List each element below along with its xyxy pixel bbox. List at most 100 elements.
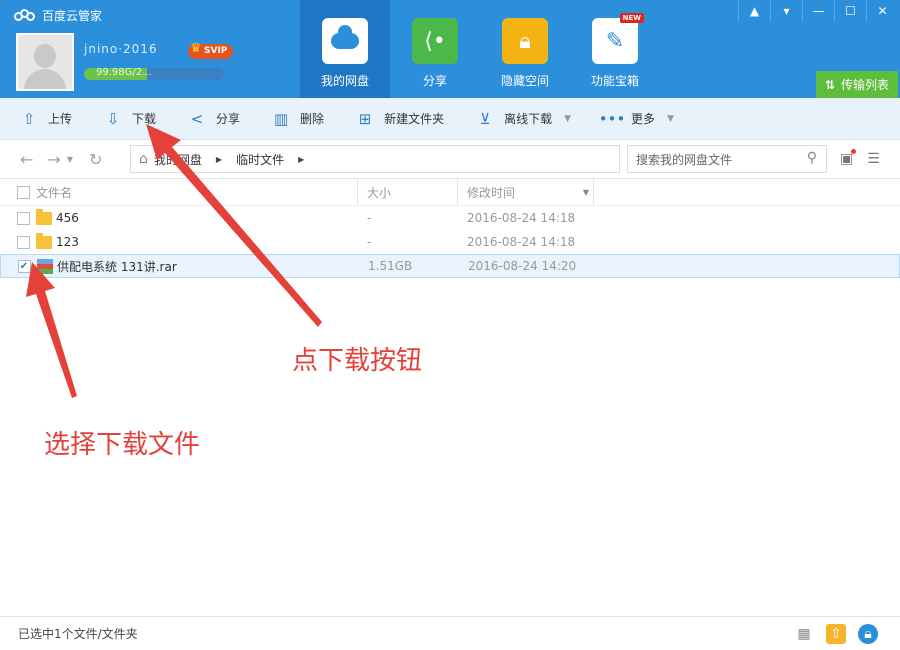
notification-bell-icon[interactable]: ▲ <box>738 0 770 22</box>
user-name[interactable]: jnino·2016 <box>84 42 158 56</box>
trash-icon: ▥ <box>273 109 289 128</box>
view-switcher: ▣ ☰ <box>840 149 894 167</box>
file-size: - <box>367 211 372 225</box>
list-view-icon[interactable]: ☰ <box>867 151 880 167</box>
tab-toolbox[interactable]: ✎ NEW 功能宝箱 <box>570 0 660 98</box>
baidu-cloud-logo-icon <box>14 8 36 23</box>
toolbar: ⇧ 上传 ⇩ 下载 < 分享 ▥ 删除 ⊞ 新建文件夹 ⊻ 离线下载 ▼ ••• 更多 ▼ <box>0 98 900 140</box>
more-button[interactable]: ••• 更多 ▼ <box>598 109 674 128</box>
delete-button[interactable]: ▥ 删除 <box>272 110 324 128</box>
search-placeholder: 搜索我的网盘文件 <box>636 152 733 167</box>
user-avatar[interactable] <box>16 33 74 91</box>
back-arrow-icon[interactable]: ← <box>20 150 33 169</box>
file-list: 文件名 大小 修改时间 ▼ 456 - 2016-08-24 14:18 123 … <box>0 178 900 616</box>
row-checkbox[interactable] <box>16 211 30 225</box>
share-icon: ⟨• <box>412 18 458 64</box>
file-time: 2016-08-24 14:18 <box>467 235 576 249</box>
search-box[interactable]: 搜索我的网盘文件 ⚲ <box>627 145 827 173</box>
thumbnail-view-icon[interactable]: ▣ <box>840 149 857 167</box>
folder-icon <box>36 208 52 225</box>
column-name[interactable]: 文件名 <box>36 179 358 205</box>
tab-share[interactable]: ⟨• 分享 <box>390 0 480 98</box>
upload-folder-icon[interactable]: ⇧ <box>826 624 846 644</box>
file-size: - <box>367 235 372 249</box>
select-all-checkbox[interactable] <box>16 185 30 199</box>
selection-status: 已选中1个文件/文件夹 <box>18 627 138 641</box>
offline-download-icon: ⊻ <box>479 109 491 128</box>
column-time-label: 修改时间 <box>467 185 516 200</box>
offline-download-label: 离线下载 <box>504 112 553 126</box>
maximize-button[interactable]: ☐ <box>834 0 866 22</box>
chevron-down-icon[interactable]: ▼ <box>564 114 571 124</box>
minimize-button[interactable]: — <box>802 0 834 22</box>
share-label: 分享 <box>216 112 241 126</box>
column-time[interactable]: 修改时间 ▼ <box>458 179 594 205</box>
grid-icon[interactable]: ▦ <box>794 624 814 644</box>
tab-label: 我的网盘 <box>320 74 369 88</box>
new-folder-button[interactable]: ⊞ 新建文件夹 <box>356 110 444 128</box>
download-button[interactable]: ⇩ 下载 <box>104 110 156 128</box>
download-hint-text: 点下载按钮 <box>292 346 423 376</box>
offline-download-button[interactable]: ⊻ 离线下载 ▼ <box>476 110 571 128</box>
tab-my-disk[interactable]: 我的网盘 <box>300 0 390 98</box>
tab-label: 功能宝箱 <box>590 74 639 88</box>
share-button[interactable]: < 分享 <box>188 110 240 128</box>
new-badge: NEW <box>619 13 644 23</box>
upload-button[interactable]: ⇧ 上传 <box>20 110 72 128</box>
breadcrumb-separator-icon[interactable]: ▶ <box>298 155 304 164</box>
search-icon[interactable]: ⚲ <box>807 150 817 166</box>
transfer-icon: ⇅ <box>824 77 836 92</box>
chevron-down-icon[interactable]: ▼ <box>667 114 674 124</box>
app-title: 百度云管家 <box>42 9 103 23</box>
cloud-icon <box>322 18 368 64</box>
upload-label: 上传 <box>48 112 73 126</box>
row-checkbox-checked[interactable]: ✔ <box>17 259 31 273</box>
home-icon[interactable]: ⌂ <box>139 151 148 167</box>
address-bar: ← → ▼ ↻ ⌂ 我的网盘 ▶ 临时文件 ▶ 搜索我的网盘文件 ⚲ ▣ ☰ <box>0 140 900 178</box>
breadcrumb-root[interactable]: 我的网盘 <box>154 151 202 168</box>
rar-archive-icon <box>37 258 53 274</box>
new-folder-icon: ⊞ <box>358 109 372 128</box>
table-row[interactable]: ✔ 供配电系统 131讲.rar 1.51GB 2016-08-24 14:20 <box>0 254 900 278</box>
breadcrumb-current[interactable]: 临时文件 <box>236 151 284 168</box>
select-hint-text: 选择下载文件 <box>44 430 201 460</box>
tab-hidden-space[interactable]: 🔒︎ 隐藏空间 <box>480 0 570 98</box>
breadcrumb-separator-icon[interactable]: ▶ <box>216 155 222 164</box>
file-time: 2016-08-24 14:18 <box>467 211 576 225</box>
main-nav: 我的网盘 ⟨• 分享 🔒︎ 隐藏空间 ✎ NEW 功能宝箱 <box>300 0 660 98</box>
lock-icon[interactable]: 🔒︎ <box>858 624 878 644</box>
share-icon: < <box>190 109 204 128</box>
download-icon: ⇩ <box>106 109 120 128</box>
folder-icon <box>36 232 52 249</box>
file-name[interactable]: 123 <box>56 235 79 249</box>
app-header: 百度云管家 jnino·2016 SVIP 99.98G/2... 我的网盘 ⟨… <box>0 0 900 98</box>
more-dots-icon: ••• <box>598 109 626 128</box>
file-name[interactable]: 456 <box>56 211 79 225</box>
close-button[interactable]: ✕ <box>866 0 898 22</box>
transfer-label: 传输列表 <box>841 78 890 92</box>
file-size: 1.51GB <box>368 259 413 273</box>
status-bar: 已选中1个文件/文件夹 ▦ ⇧ 🔒︎ <box>0 616 900 650</box>
breadcrumb: ⌂ 我的网盘 ▶ 临时文件 ▶ <box>130 145 620 173</box>
row-checkbox[interactable] <box>16 235 30 249</box>
column-size-label: 大小 <box>367 185 392 200</box>
refresh-icon[interactable]: ↻ <box>89 150 102 169</box>
table-row[interactable]: 456 - 2016-08-24 14:18 <box>0 206 900 230</box>
column-name-label: 文件名 <box>36 185 73 200</box>
transfer-list-button[interactable]: ⇅ 传输列表 <box>816 71 898 98</box>
svip-badge[interactable]: SVIP <box>188 41 234 59</box>
forward-arrow-icon[interactable]: → <box>47 150 60 169</box>
lock-icon: 🔒︎ <box>502 18 548 64</box>
window-controls: ▲ ▾ — ☐ ✕ <box>738 0 898 22</box>
file-name[interactable]: 供配电系统 131讲.rar <box>57 258 177 275</box>
table-row[interactable]: 123 - 2016-08-24 14:18 <box>0 230 900 254</box>
tab-label: 分享 <box>422 74 447 88</box>
column-size[interactable]: 大小 <box>358 179 458 205</box>
file-list-header: 文件名 大小 修改时间 ▼ <box>0 179 900 206</box>
sort-arrow-icon[interactable]: ▼ <box>583 188 589 197</box>
delete-label: 删除 <box>300 112 325 126</box>
file-time: 2016-08-24 14:20 <box>468 259 577 273</box>
tab-label: 隐藏空间 <box>500 74 549 88</box>
history-dropdown-icon[interactable]: ▼ <box>67 155 73 164</box>
menu-dropdown-icon[interactable]: ▾ <box>770 0 802 22</box>
